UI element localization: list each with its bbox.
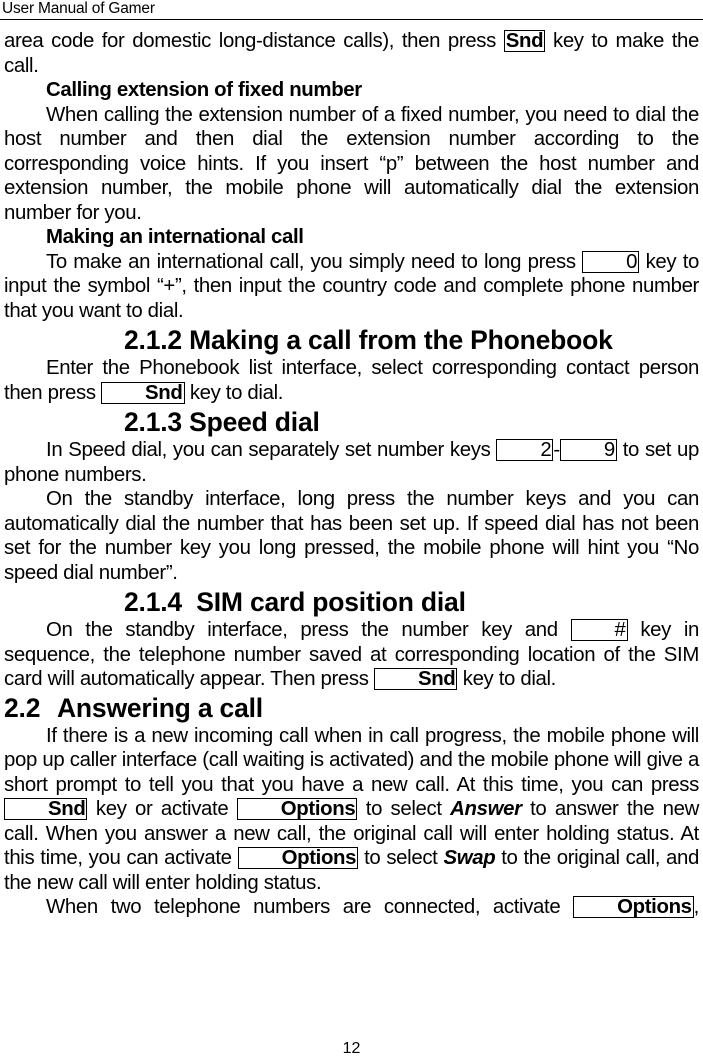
key-label-hash: # xyxy=(570,619,628,641)
text-run: On the standby interface, press the numb… xyxy=(46,619,571,641)
key-label-snd: Snd xyxy=(101,381,185,404)
subheading-making-an-international-call: Making an international call xyxy=(46,226,304,248)
text-run: to select xyxy=(358,847,444,869)
paragraph: On the standby interface, press the numb… xyxy=(4,618,699,692)
paragraph: When two telephone numbers are connected… xyxy=(4,895,699,920)
text-run: key or activate xyxy=(87,798,237,820)
heading-text: Answering a call xyxy=(57,692,263,723)
key-label-0: 0 xyxy=(582,250,640,273)
key-label-options: Options xyxy=(236,798,358,820)
key-label-options: Options xyxy=(237,847,359,869)
heading-number: 2.2 xyxy=(4,692,41,723)
paragraph: area code for domestic long-distance cal… xyxy=(4,29,699,78)
text-run: key to dial. xyxy=(184,381,284,404)
paragraph: If there is a new incoming call when in … xyxy=(4,724,699,896)
key-label-9: 9 xyxy=(559,439,617,461)
menu-option-swap: Swap xyxy=(443,847,496,869)
paragraph: When calling the extension number of a f… xyxy=(4,103,699,226)
section-heading-2-1-4-sim-card-position-dial: 2.1.4 SIM card position dial xyxy=(124,587,466,617)
subheading-calling-extension-of-fixed-number: Calling extension of fixed number xyxy=(46,79,362,101)
paragraph: On the standby interface, long press the… xyxy=(4,487,699,585)
paragraph: To make an international call, you simpl… xyxy=(4,250,699,324)
section-heading-2-1-2-making-a-call-from-the-phonebook: 2.1.2 Making a call from the Phonebook xyxy=(124,325,613,355)
text-run: When two telephone numbers are connected… xyxy=(46,896,574,918)
page-header: User Manual of Gamer xyxy=(0,0,703,20)
paragraph: Enter the Phonebook list interface, sele… xyxy=(4,356,699,405)
text-run: area code for domestic long-distance cal… xyxy=(4,30,504,52)
text-run: When calling the extension number of a f… xyxy=(4,103,699,224)
text-run: On the standby interface, long press the… xyxy=(4,488,699,584)
key-label-snd: Snd xyxy=(4,798,88,820)
chapter-heading-answering-a-call: 2.2 Answering a call xyxy=(4,692,699,724)
text-run: In Speed dial, you can separately set nu… xyxy=(46,439,497,461)
text-run: To make an international call, you simpl… xyxy=(46,250,583,273)
text-run: , xyxy=(693,896,700,918)
page-number: 12 xyxy=(342,1040,361,1057)
text-run: If there is a new incoming call when in … xyxy=(4,724,699,796)
text-run: to select xyxy=(357,798,451,820)
key-label-2: 2 xyxy=(496,439,554,461)
text-run: key to dial. xyxy=(457,668,557,690)
key-label-snd: Snd xyxy=(373,668,458,690)
key-label-options: Options xyxy=(573,896,694,918)
key-label-snd: Snd xyxy=(503,30,546,52)
page-content: area code for domestic long-distance cal… xyxy=(4,29,699,920)
paragraph: In Speed dial, you can separately set nu… xyxy=(4,438,699,487)
menu-option-answer: Answer xyxy=(450,798,522,820)
section-heading-2-1-3-speed-dial: 2.1.3 Speed dial xyxy=(124,407,320,437)
document-title: User Manual of Gamer xyxy=(2,0,155,17)
